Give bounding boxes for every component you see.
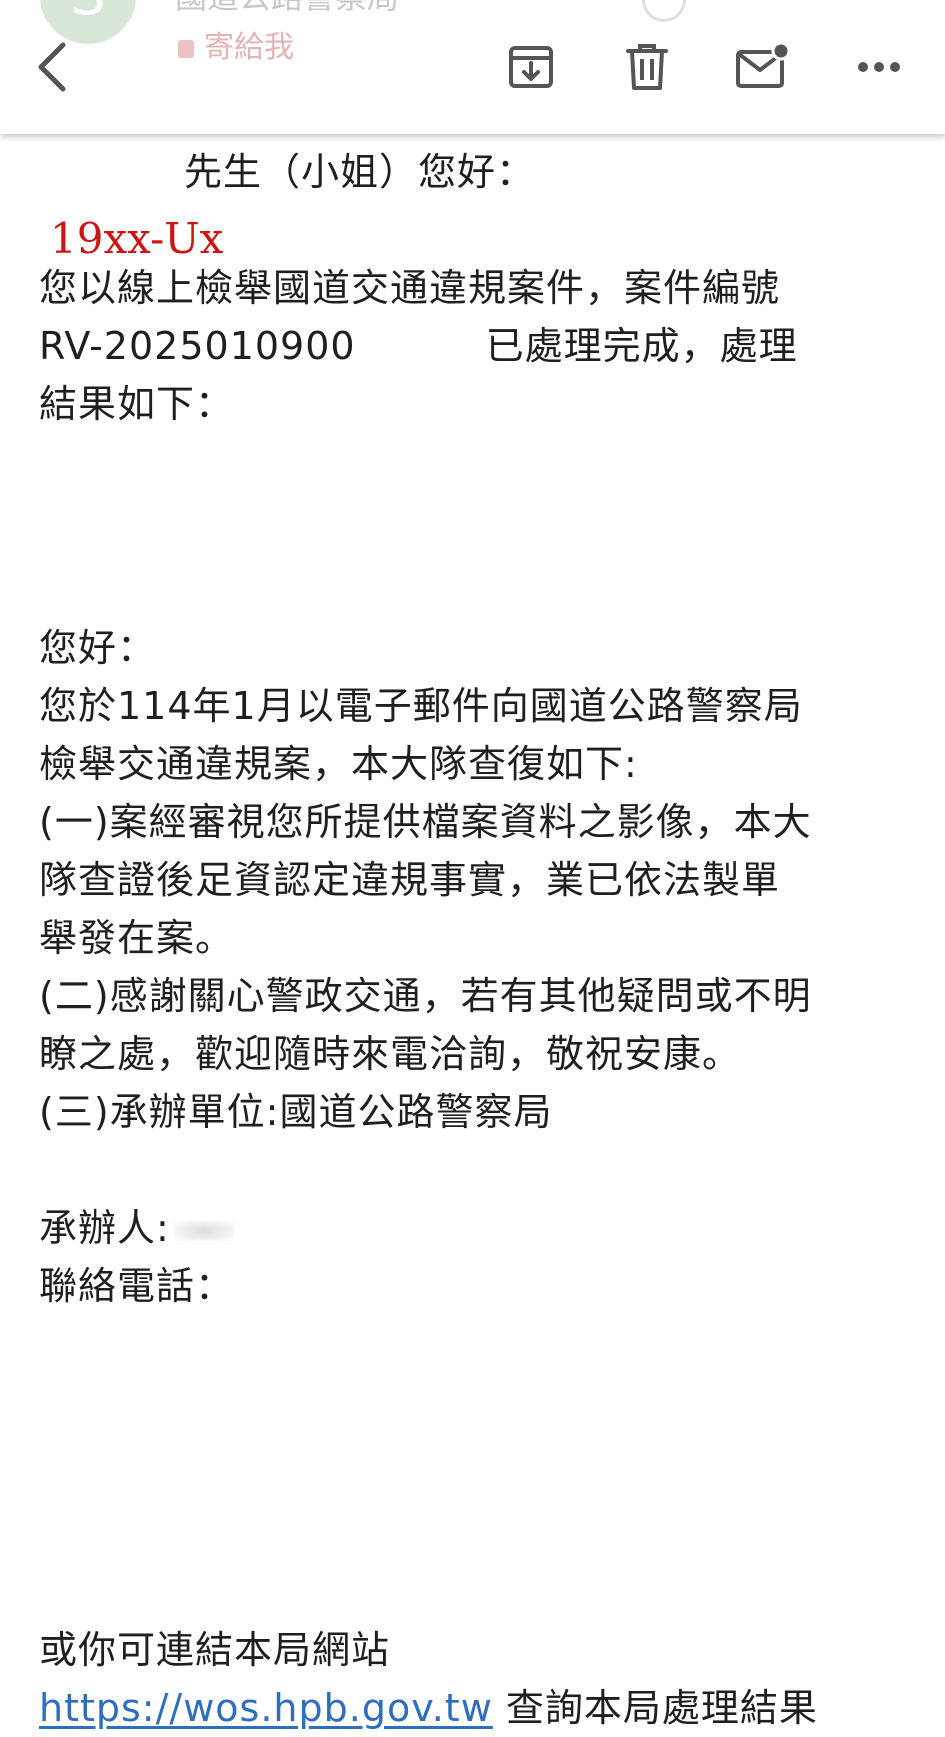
handwritten-annotation: 19xx-Ux [50,214,224,263]
item-1-line-1: (一)案經審視您所提供檔案資料之影像，本大 [39,800,812,844]
website-link[interactable]: https://wos.hpb.gov.tw [39,1686,493,1730]
reply-line-1: 您於114年1月以電子郵件向國道公路警察局 [39,684,803,728]
sender-name: 國道公路警察局 [175,0,399,18]
mark-unread-icon [736,42,791,88]
intro-line-1: 您以線上檢舉國道交通違規案件，案件編號 [39,266,781,310]
sender-badge-icon [642,0,686,22]
item-3-line-1: (三)承辦單位:國道公路警察局 [39,1090,553,1134]
mark-unread-button[interactable] [732,36,794,98]
website-tail: 查詢本局處理結果 [492,1686,818,1730]
trash-icon [626,44,668,90]
item-1-line-3: 舉發在案。 [39,916,235,960]
more-icon [858,62,900,72]
item-2-line-1: (二)感謝關心警政交通，若有其他疑問或不明 [39,974,812,1018]
intro-line-2-tail: 已處理完成，處理 [485,324,798,368]
reply-greeting: 您好： [39,626,157,670]
archive-button[interactable] [500,36,562,98]
archive-icon [509,46,553,88]
website-line: https://wos.hpb.gov.tw 查詢本局處理結果 [39,1679,818,1737]
more-button[interactable] [848,36,910,98]
back-button[interactable] [22,36,84,98]
recipient-line[interactable]: 寄給我 [178,22,294,66]
back-chevron-icon [38,42,66,92]
email-toolbar: S 國道公路警察局 寄給我 [0,0,945,134]
handler-line: 承辦人: [39,1199,234,1257]
lock-icon [178,40,194,58]
handler-label: 承辦人: [39,1206,170,1250]
recipient-label: 寄給我 [204,30,294,65]
intro-line-3: 結果如下： [39,382,235,426]
intro-line-2: RV-2025010900 已處理完成，處理 [39,317,798,375]
delete-button[interactable] [616,36,678,98]
redacted-name [173,1220,234,1241]
reply-line-2: 檢舉交通違規案，本大隊查復如下: [39,742,638,786]
item-2-line-2: 瞭之處，歡迎隨時來電洽詢，敬祝安康。 [39,1032,742,1076]
item-1-line-2: 隊查證後足資認定違規事實，業已依法製單 [39,858,781,902]
phone-label: 聯絡電話： [39,1264,235,1308]
website-prompt: 或你可連結本局網站 [39,1628,391,1672]
case-number: RV-2025010900 [39,324,356,368]
salutation: 先生（小姐）您好： [184,150,536,194]
